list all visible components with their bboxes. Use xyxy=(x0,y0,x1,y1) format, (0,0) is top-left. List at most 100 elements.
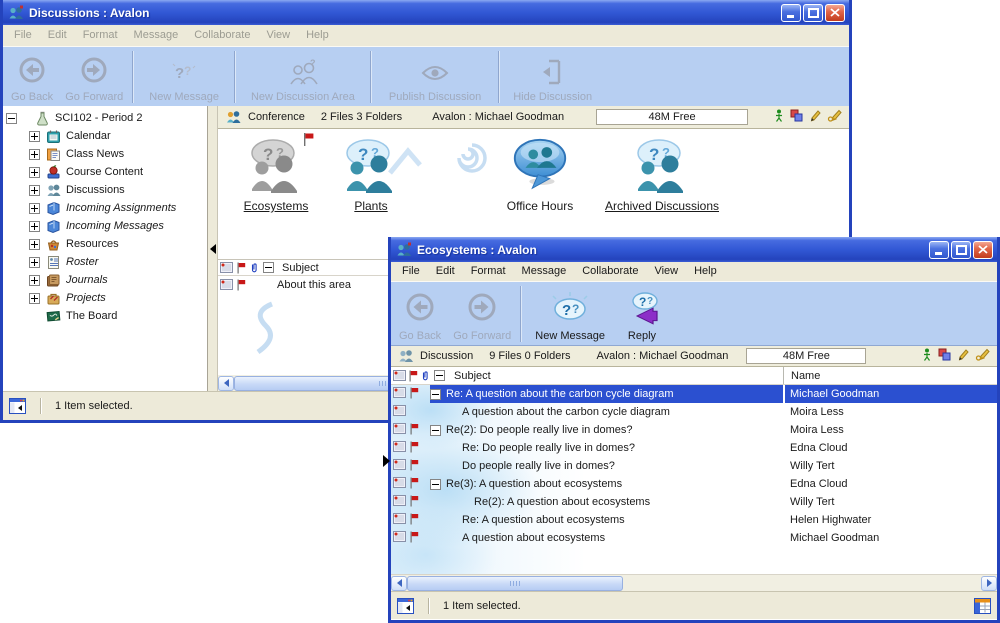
view-grid-icon[interactable] xyxy=(974,598,991,614)
subject-column-header[interactable]: Subject xyxy=(282,262,319,274)
expand-box-icon[interactable] xyxy=(29,239,40,250)
thread-collapse-box-icon[interactable] xyxy=(430,425,441,436)
message-row[interactable]: Re(3): A question about ecosystems Edna … xyxy=(391,475,997,493)
menu-help[interactable]: Help xyxy=(686,263,725,280)
expand-box-icon[interactable] xyxy=(29,257,40,268)
pane-toggle-icon[interactable] xyxy=(397,598,414,614)
envelope-icon xyxy=(393,513,406,527)
collapse-pane-arrow-icon[interactable] xyxy=(205,244,216,254)
sidebar-item-the-board[interactable]: The Board xyxy=(3,307,207,325)
message-row[interactable]: Re: A question about the carbon cycle di… xyxy=(391,385,997,403)
menu-help[interactable]: Help xyxy=(298,27,337,44)
pencil-key-icon xyxy=(975,348,990,364)
sidebar-item-calendar[interactable]: Calendar xyxy=(3,127,207,145)
publish-discussion-button[interactable]: Publish Discussion xyxy=(375,50,495,104)
menu-collaborate[interactable]: Collaborate xyxy=(186,27,258,44)
maximize-button[interactable] xyxy=(951,241,971,259)
message-row[interactable]: Re: A question about ecosystems Helen Hi… xyxy=(391,511,997,529)
envelope-icon xyxy=(393,387,406,401)
menu-collaborate[interactable]: Collaborate xyxy=(574,263,646,280)
sidebar-item-journals[interactable]: Journals xyxy=(3,271,207,289)
menu-edit[interactable]: Edit xyxy=(428,263,463,280)
discussion-area-icon: ?? xyxy=(632,186,692,198)
menu-view[interactable]: View xyxy=(258,27,298,44)
menu-message[interactable]: Message xyxy=(126,27,187,44)
hide-discussion-icon xyxy=(539,58,567,89)
menu-format[interactable]: Format xyxy=(75,27,126,44)
sidebar-item-course-content[interactable]: Course Content xyxy=(3,163,207,181)
squiggle-watermark xyxy=(246,300,280,356)
maximize-button[interactable] xyxy=(803,4,823,22)
scroll-thumb[interactable] xyxy=(407,576,623,591)
close-button[interactable] xyxy=(973,241,993,259)
window2-titlebar[interactable]: Ecosystems : Avalon xyxy=(391,237,997,262)
expand-box-icon[interactable] xyxy=(29,167,40,178)
expand-box-icon[interactable] xyxy=(29,275,40,286)
scroll-left-arrow[interactable] xyxy=(218,376,234,391)
item-label: Plants xyxy=(330,199,412,213)
sidebar-item-class-news[interactable]: Class News xyxy=(3,145,207,163)
message-subject: Re: Do people really live in domes? xyxy=(462,442,635,454)
name-column-header[interactable]: Name xyxy=(783,367,820,384)
expand-box-icon[interactable] xyxy=(29,203,40,214)
collapse-all-box-icon[interactable] xyxy=(263,262,274,273)
go-forward-button[interactable]: Go Forward xyxy=(447,285,517,343)
window1-infobar: Conference 2 Files 3 Folders Avalon : Mi… xyxy=(218,106,849,129)
scroll-left-arrow[interactable] xyxy=(391,576,407,591)
minimize-button[interactable] xyxy=(781,4,801,22)
item-ecosystems[interactable]: ?? Ecosystems xyxy=(228,137,324,213)
window1-titlebar[interactable]: Discussions : Avalon xyxy=(3,0,849,25)
sidebar-item-incoming-messages[interactable]: Incoming Messages xyxy=(3,217,207,235)
flask-icon xyxy=(35,111,51,126)
sidebar-item-roster[interactable]: Roster xyxy=(3,253,207,271)
menu-file[interactable]: File xyxy=(6,27,40,44)
message-row[interactable]: Re(2): A question about ecosystems Willy… xyxy=(391,493,997,511)
collapse-box-icon[interactable] xyxy=(6,113,17,124)
sidebar-item-resources[interactable]: Resources xyxy=(3,235,207,253)
sidebar-item-projects[interactable]: Projects xyxy=(3,289,207,307)
message-subject: Re(2): Do people really live in domes? xyxy=(446,424,632,436)
menu-view[interactable]: View xyxy=(646,263,686,280)
item-archived-discussions[interactable]: ?? Archived Discussions xyxy=(580,137,744,213)
expand-box-icon[interactable] xyxy=(29,149,40,160)
message-row[interactable]: A question about ecosystems Michael Good… xyxy=(391,529,997,547)
go-back-button[interactable]: Go Back xyxy=(5,50,59,104)
new-message-button[interactable]: ?? New Message xyxy=(525,285,615,343)
item-plants[interactable]: ?? Plants xyxy=(330,137,412,213)
new-message-button[interactable]: ?? New Message xyxy=(137,50,231,104)
envelope-icon xyxy=(393,423,406,437)
message-row[interactable]: Re: Do people really live in domes? Edna… xyxy=(391,439,997,457)
expand-box-icon[interactable] xyxy=(29,131,40,142)
thread-collapse-box-icon[interactable] xyxy=(430,479,441,490)
menu-edit[interactable]: Edit xyxy=(40,27,75,44)
expand-box-icon[interactable] xyxy=(29,293,40,304)
message-row[interactable]: Do people really live in domes? Willy Te… xyxy=(391,457,997,475)
scroll-right-arrow[interactable] xyxy=(981,576,997,591)
message-row[interactable]: A question about the carbon cycle diagra… xyxy=(391,403,997,421)
expand-box-icon[interactable] xyxy=(29,185,40,196)
pane-divider[interactable] xyxy=(207,106,218,391)
pane-toggle-icon[interactable] xyxy=(9,398,26,414)
menu-file[interactable]: File xyxy=(394,263,428,280)
menu-message[interactable]: Message xyxy=(514,263,575,280)
hide-discussion-button[interactable]: Hide Discussion xyxy=(503,50,602,104)
thread-collapse-box-icon[interactable] xyxy=(430,389,441,400)
sidebar-item-sci102[interactable]: SCI102 - Period 2 xyxy=(3,109,207,127)
envelope-icon xyxy=(220,279,233,290)
sidebar-item-incoming-assignments[interactable]: Incoming Assignments xyxy=(3,199,207,217)
expand-box-icon[interactable] xyxy=(29,221,40,232)
menu-format[interactable]: Format xyxy=(463,263,514,280)
message-row[interactable]: Re(2): Do people really live in domes? M… xyxy=(391,421,997,439)
sidebar-item-discussions[interactable]: Discussions xyxy=(3,181,207,199)
minimize-button[interactable] xyxy=(929,241,949,259)
close-button[interactable] xyxy=(825,4,845,22)
window2-hscrollbar[interactable] xyxy=(391,574,997,591)
go-back-button[interactable]: Go Back xyxy=(393,285,447,343)
reply-button[interactable]: ?? Reply xyxy=(615,285,669,343)
permissions-squares-icon xyxy=(790,109,803,125)
subject-column-header[interactable]: Subject xyxy=(454,370,491,382)
red-flag-icon xyxy=(409,423,419,438)
new-discussion-area-button[interactable]: ? New Discussion Area xyxy=(239,50,367,104)
collapse-all-box-icon[interactable] xyxy=(434,370,445,381)
go-forward-button[interactable]: Go Forward xyxy=(59,50,129,104)
